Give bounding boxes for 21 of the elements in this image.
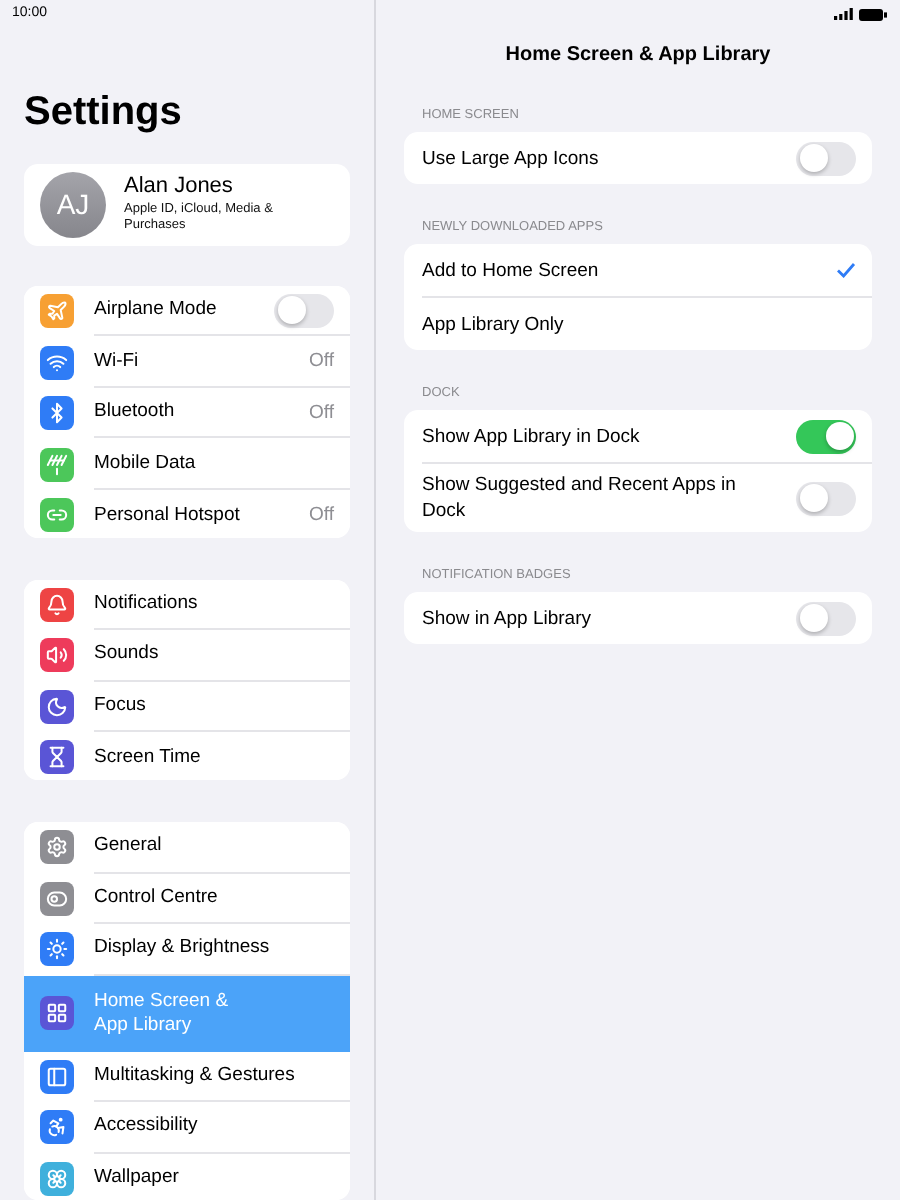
toggle-switch[interactable] xyxy=(796,481,856,515)
setting-label: Show App Library in Dock xyxy=(422,423,640,449)
setting-label: Use Large App Icons xyxy=(422,145,599,171)
toggle-switch[interactable] xyxy=(796,419,856,453)
avatar: AJ xyxy=(40,171,106,238)
sidebar-item[interactable]: Multitasking & Gestures xyxy=(24,1051,350,1103)
option-label[interactable]: App Library Only xyxy=(422,311,564,337)
setting-label: Show in App Library xyxy=(422,605,591,631)
signal-icon xyxy=(834,8,854,20)
page-title: Home Screen & App Library xyxy=(503,44,773,70)
battery-icon xyxy=(858,7,888,21)
option-label[interactable]: Add to Home Screen xyxy=(422,257,599,283)
airplane-toggle[interactable] xyxy=(274,293,334,328)
account-name: Alan Jones xyxy=(124,174,235,199)
toggle-switch[interactable] xyxy=(796,141,856,175)
status-value: Off xyxy=(309,504,334,527)
toggle-switch[interactable] xyxy=(796,601,856,635)
status-value: Off xyxy=(309,350,334,373)
settings-title: Settings xyxy=(24,87,184,138)
setting-label: Show Suggested and Recent Apps in Dock xyxy=(422,472,738,526)
status-value: Off xyxy=(309,401,334,424)
